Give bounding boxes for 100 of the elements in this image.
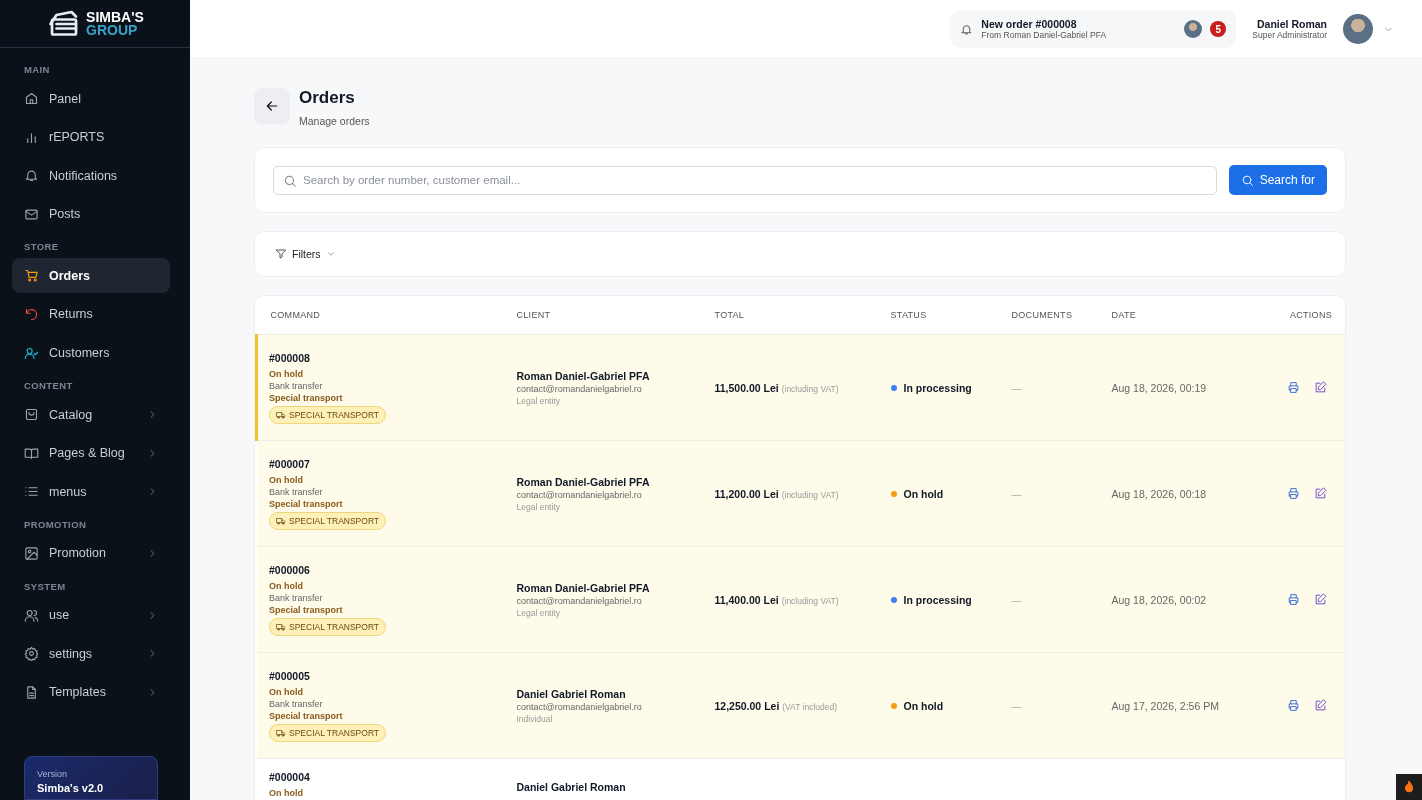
- sidebar-item[interactable]: Promotion: [12, 535, 170, 571]
- column-header: COMMAND: [270, 310, 321, 320]
- order-total: 11,400.00 Lei: [714, 593, 779, 606]
- edit-icon: [1314, 699, 1327, 712]
- sidebar-item[interactable]: Templates: [12, 674, 170, 710]
- printer-icon: [1287, 381, 1300, 394]
- truck-icon: [276, 515, 286, 526]
- edit-button[interactable]: [1314, 699, 1327, 712]
- version-label: Version: [37, 769, 69, 779]
- order-number: #000004: [269, 771, 310, 783]
- status-text: In processing: [903, 593, 972, 606]
- search-button[interactable]: Search for: [1228, 165, 1327, 195]
- client-name: Daniel Gabriel Roman: [516, 781, 626, 793]
- vat-note: (including VAT): [781, 595, 839, 606]
- column-header: TOTAL: [714, 310, 745, 320]
- vat-note: (including VAT): [781, 383, 839, 394]
- client-email: contact@romandanielgabriel.ro: [516, 595, 642, 606]
- documents-cell: —: [1011, 594, 1022, 606]
- sidebar-item[interactable]: use: [12, 597, 170, 633]
- flame-widget[interactable]: [1396, 774, 1422, 800]
- order-status: On hold: [269, 368, 303, 379]
- sidebar-item[interactable]: Catalog: [12, 397, 170, 433]
- shipping-method: Special transport: [269, 392, 343, 403]
- edit-button[interactable]: [1314, 593, 1327, 606]
- gear-icon: [24, 646, 39, 662]
- version-name: Simba's v2.0: [37, 782, 105, 794]
- search-field[interactable]: Search by order number, customer email...: [273, 165, 1217, 195]
- notification-panel[interactable]: New order #000008 From Roman Daniel-Gabriel PFA 5: [950, 10, 1237, 48]
- users-icon: [24, 607, 39, 623]
- section-title: SYSTEM: [23, 579, 67, 594]
- sidebar-item[interactable]: Panel: [12, 81, 170, 116]
- payment-method: Bank transfer: [269, 698, 323, 709]
- row-selection-bar[interactable]: #000008 On hold Bank transfer Special transport SPECIAL TRANSPORT: [256, 334, 517, 441]
- order-total: 11,500.00 Lei: [714, 381, 779, 394]
- documents-cell: —: [1011, 700, 1022, 712]
- avatar[interactable]: [1343, 14, 1373, 44]
- back-button[interactable]: [254, 88, 290, 124]
- payment-method: Bank transfer: [269, 486, 323, 497]
- logo-text: SIMBA'S: [86, 10, 144, 24]
- documents-cell: —: [1011, 382, 1022, 394]
- transport-tag: SPECIAL TRANSPORT: [269, 511, 387, 530]
- transport-tag: SPECIAL TRANSPORT: [269, 723, 387, 742]
- printer-icon: [1287, 487, 1300, 500]
- order-date: Aug 17, 2026, 2:56 PM: [1111, 699, 1219, 712]
- status-text: On hold: [903, 487, 944, 500]
- truck-icon: [276, 727, 286, 738]
- order-total: 12,250.00 Lei: [714, 699, 780, 712]
- search-icon: [1240, 173, 1254, 187]
- filters-button[interactable]: Filters: [275, 245, 336, 263]
- home-icon: [24, 91, 39, 106]
- status-text: In processing: [903, 381, 972, 394]
- column-header: CLIENT: [516, 310, 551, 320]
- edit-button[interactable]: [1314, 487, 1327, 500]
- sidebar-item[interactable]: rEPORTS: [12, 119, 170, 155]
- column-header: STATUS: [890, 310, 927, 320]
- filter-icon: [275, 248, 287, 260]
- print-button[interactable]: [1287, 487, 1300, 500]
- logo-text: GROUP: [86, 23, 138, 37]
- sidebar-item[interactable]: Pages & Blog: [12, 435, 170, 471]
- sidebar-item[interactable]: Notifications: [12, 158, 170, 194]
- truck-icon: [276, 621, 286, 632]
- section-title: MAIN: [23, 63, 51, 77]
- row-selection-bar[interactable]: #000006 On hold Bank transfer Special transport SPECIAL TRANSPORT: [256, 546, 517, 653]
- notification-count: 5: [1210, 21, 1227, 37]
- truck-icon: [276, 409, 286, 420]
- print-button[interactable]: [1287, 381, 1300, 394]
- print-button[interactable]: [1287, 699, 1300, 712]
- order-number: #000006: [269, 563, 310, 576]
- print-button[interactable]: [1287, 593, 1300, 606]
- row-selection-bar[interactable]: #000007 On hold Bank transfer Special transport SPECIAL TRANSPORT: [256, 440, 517, 547]
- notification-title: New order #000008: [981, 18, 1078, 30]
- order-number: #000005: [269, 669, 310, 682]
- notification-subtitle: From Roman Daniel-Gabriel PFA: [981, 30, 1108, 40]
- client-name: Roman Daniel-Gabriel PFA: [516, 581, 650, 594]
- row-selection-bar[interactable]: #000004 On hold: [256, 758, 517, 800]
- order-date: Aug 18, 2026, 00:19: [1111, 381, 1207, 394]
- sidebar-item[interactable]: Posts: [12, 196, 170, 232]
- book-icon: [24, 445, 39, 461]
- column-header: DATE: [1111, 310, 1137, 320]
- order-status: On hold: [269, 686, 303, 697]
- vat-note: (including VAT): [781, 489, 839, 500]
- sidebar-item[interactable]: Returns: [12, 296, 170, 332]
- row-selection-bar[interactable]: #000005 On hold Bank transfer Special transport SPECIAL TRANSPORT: [256, 652, 517, 759]
- page-title: Orders: [299, 88, 356, 108]
- sidebar-item[interactable]: Orders: [12, 258, 170, 294]
- undo-icon: [24, 306, 39, 322]
- sidebar-item[interactable]: settings: [12, 636, 170, 672]
- vat-note: (VAT included): [782, 701, 838, 712]
- edit-button[interactable]: [1314, 381, 1327, 394]
- sidebar-item[interactable]: menus: [12, 474, 170, 510]
- arrow-left-icon: [264, 98, 280, 114]
- sidebar-item[interactable]: Customers: [12, 335, 170, 371]
- avatar: [1184, 20, 1203, 38]
- order-number: #000008: [269, 351, 310, 364]
- bag-icon: [24, 407, 39, 423]
- printer-icon: [1287, 699, 1300, 712]
- shipping-method: Special transport: [269, 604, 343, 615]
- client-type: Legal entity: [516, 395, 560, 406]
- order-date: Aug 18, 2026, 00:18: [1111, 487, 1207, 500]
- client-name: Roman Daniel-Gabriel PFA: [516, 475, 650, 488]
